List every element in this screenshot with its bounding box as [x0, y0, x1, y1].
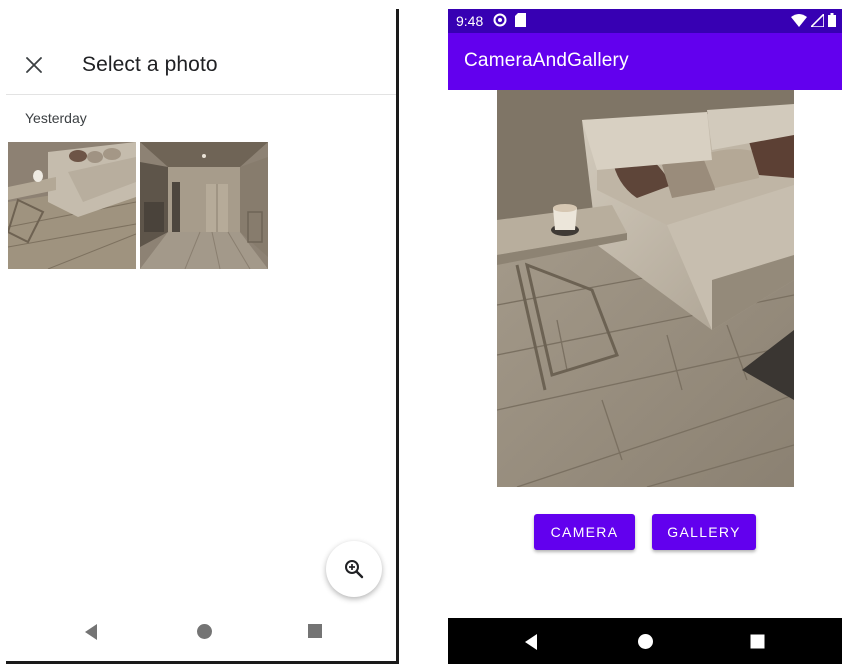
signal-icon	[811, 13, 824, 27]
status-bar: 9:48	[448, 9, 842, 33]
gallery-button[interactable]: GALLERY	[652, 514, 756, 550]
battery-icon	[828, 13, 836, 27]
photo-thumbnail-sofa[interactable]	[8, 142, 136, 269]
wifi-icon	[791, 13, 807, 27]
close-button[interactable]	[20, 51, 48, 79]
home-icon[interactable]	[637, 633, 654, 650]
app-screen: 9:48 CameraAndGallery CAMERA GALLERY	[448, 9, 842, 664]
kitchen-photo	[140, 142, 268, 269]
status-time: 9:48	[456, 13, 484, 29]
picker-header: Select a photo	[6, 9, 396, 95]
data-saver-icon	[493, 13, 507, 27]
app-bar: CameraAndGallery	[448, 33, 842, 90]
zoom-button[interactable]	[326, 541, 382, 597]
zoom-in-icon	[345, 560, 364, 579]
recents-icon[interactable]	[307, 623, 323, 639]
app-title: CameraAndGallery	[464, 50, 629, 71]
back-icon[interactable]	[523, 633, 539, 651]
photo-picker-screen: Select a photo Yesterday	[6, 9, 399, 664]
recents-icon[interactable]	[750, 634, 765, 649]
photo-thumbnail-kitchen[interactable]	[140, 142, 268, 269]
home-icon[interactable]	[196, 623, 213, 640]
image-preview	[497, 90, 794, 487]
camera-button[interactable]: CAMERA	[534, 514, 635, 550]
section-label-date: Yesterday	[25, 110, 87, 126]
navigation-bar	[6, 617, 396, 647]
selected-photo	[497, 90, 794, 487]
sofa-photo	[8, 142, 136, 269]
sd-card-icon	[515, 13, 526, 27]
picker-title: Select a photo	[82, 53, 218, 76]
navigation-bar	[448, 618, 842, 664]
close-icon	[26, 57, 42, 73]
back-icon[interactable]	[83, 623, 99, 641]
